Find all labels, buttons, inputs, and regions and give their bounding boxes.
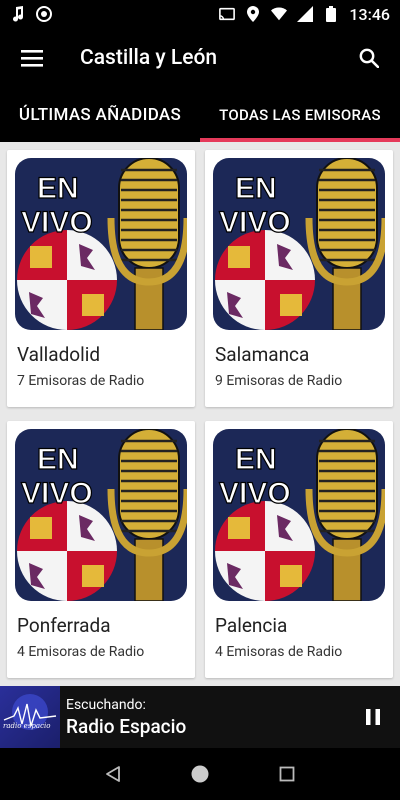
en-text: EN <box>235 172 277 205</box>
vivo-text: VIVO <box>219 477 291 510</box>
card-subtitle: 9 Emisoras de Radio <box>215 373 343 389</box>
coat-of-arms <box>215 230 315 330</box>
card-salamanca[interactable]: EN VIVO Salamanca 9 Emisoras de Radio <box>205 150 393 407</box>
radio-artwork: ENVIVO <box>15 158 187 330</box>
station-logo-text: radio espacio <box>3 722 51 730</box>
card-subtitle: 4 Emisoras de Radio <box>17 644 145 660</box>
page-title: Castilla y León <box>80 46 218 70</box>
home-icon[interactable] <box>180 754 220 794</box>
station-logo-thumbnail: radio espacio <box>0 686 60 748</box>
card-subtitle: 4 Emisoras de Radio <box>215 644 343 660</box>
now-playing-bar[interactable]: radio espacio Escuchando: Radio Espacio <box>0 686 400 748</box>
tab-bar: ÚLTIMAS AÑADIDAS TODAS LAS EMISORAS <box>0 88 400 142</box>
radio-artwork: ENVIVO <box>15 429 187 601</box>
search-icon[interactable] <box>338 28 400 88</box>
en-text: EN <box>37 172 79 205</box>
now-playing-station: Radio Espacio <box>66 714 187 738</box>
en-text: EN <box>235 443 277 476</box>
live-radio-image: EN VIVO <box>15 429 187 601</box>
battery-icon <box>323 6 339 22</box>
camera-aperture-icon <box>36 6 52 22</box>
card-title: Salamanca <box>215 343 310 366</box>
card-title: Valladolid <box>17 343 101 366</box>
player-info: Escuchando: Radio Espacio <box>60 697 346 738</box>
tab-todas-las-emisoras[interactable]: TODAS LAS EMISORAS <box>200 88 400 142</box>
tab-ultimas-anadidas[interactable]: ÚLTIMAS AÑADIDAS <box>0 88 200 142</box>
live-radio-image: EN VIVO <box>15 158 187 330</box>
system-nav-bar <box>0 748 400 800</box>
screen: 13:46 Castilla y León ÚLTIMAS AÑADIDAS T… <box>0 0 400 800</box>
card-subtitle: 7 Emisoras de Radio <box>17 373 145 389</box>
hamburger-menu-icon[interactable] <box>0 28 64 88</box>
location-icon <box>245 6 261 22</box>
wifi-icon <box>271 6 288 22</box>
radio-artwork: ENVIVO <box>213 158 385 330</box>
recents-icon[interactable] <box>267 754 307 794</box>
card-ponferrada[interactable]: EN VIVO Ponferrada 4 Emisoras de Radio <box>7 421 195 678</box>
back-icon[interactable] <box>93 754 133 794</box>
stations-grid: EN VIVO Valladolid 7 Emisoras de Radio EN… <box>0 142 400 686</box>
status-time: 13:46 <box>349 4 390 24</box>
en-text: EN <box>37 443 79 476</box>
coat-of-arms <box>17 501 117 601</box>
app-bar: Castilla y León <box>0 28 400 88</box>
card-valladolid[interactable]: EN VIVO Valladolid 7 Emisoras de Radio <box>7 150 195 407</box>
vivo-text: VIVO <box>21 477 93 510</box>
radio-artwork: ENVIVO <box>213 429 385 601</box>
vivo-text: VIVO <box>219 206 291 239</box>
card-title: Palencia <box>215 614 288 637</box>
signal-icon <box>297 6 314 22</box>
vivo-text: VIVO <box>21 206 93 239</box>
cast-icon <box>219 6 236 22</box>
coat-of-arms <box>215 501 315 601</box>
card-palencia[interactable]: EN VIVO Palencia 4 Emisoras de Radio <box>205 421 393 678</box>
card-title: Ponferrada <box>17 614 111 637</box>
coat-of-arms <box>17 230 117 330</box>
music-note-icon <box>10 6 26 22</box>
live-radio-image: EN VIVO <box>213 158 385 330</box>
pause-icon[interactable] <box>346 686 400 748</box>
live-radio-image: EN VIVO <box>213 429 385 601</box>
now-playing-label: Escuchando: <box>66 696 146 713</box>
status-bar: 13:46 <box>0 0 400 28</box>
